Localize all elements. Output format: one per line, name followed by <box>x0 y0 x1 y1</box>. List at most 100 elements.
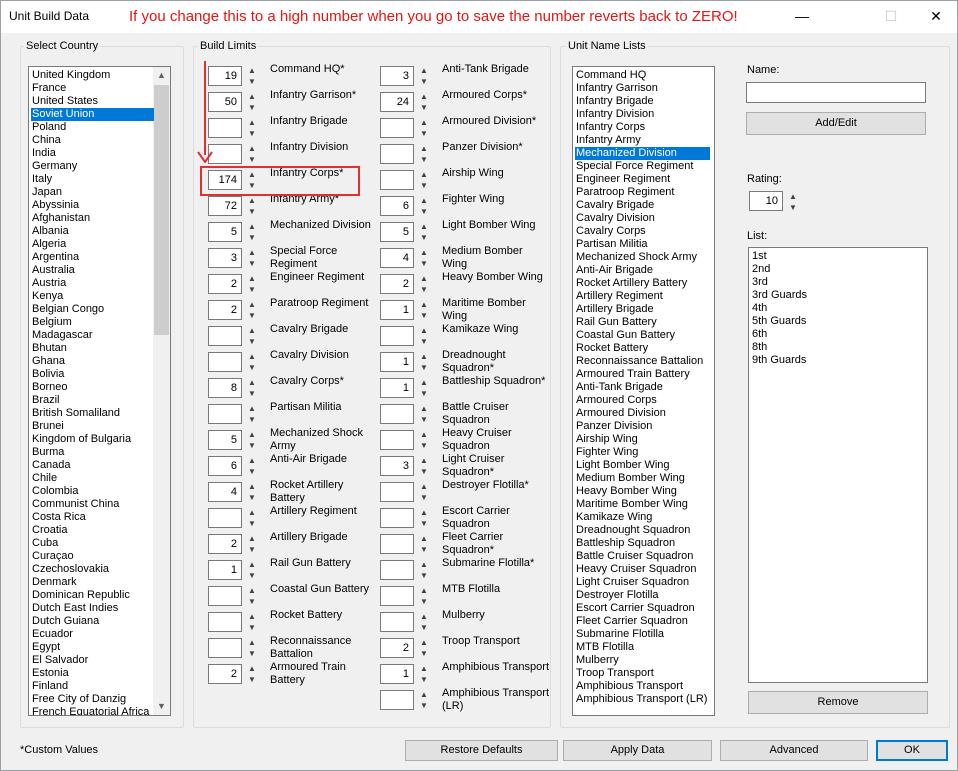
build-limit-input[interactable] <box>380 482 414 502</box>
spin-up-icon[interactable]: ▲ <box>247 91 257 102</box>
unit-type-list-item[interactable]: Medium Bomber Wing <box>575 472 710 485</box>
build-limit-input[interactable] <box>208 118 242 138</box>
build-limit-input[interactable] <box>208 144 242 164</box>
build-limit-spinner[interactable]: ▲ ▼ <box>247 585 257 607</box>
unit-type-list-item[interactable]: Light Bomber Wing <box>575 459 710 472</box>
build-limit-spinner[interactable]: ▲ ▼ <box>247 403 257 425</box>
spin-up-icon[interactable]: ▲ <box>247 325 257 336</box>
spin-down-icon[interactable]: ▼ <box>419 258 429 269</box>
spin-up-icon[interactable]: ▲ <box>247 65 257 76</box>
build-limit-spinner[interactable]: ▲ ▼ <box>419 91 429 113</box>
spin-up-icon[interactable]: ▲ <box>419 195 429 206</box>
spin-up-icon[interactable]: ▲ <box>419 481 429 492</box>
build-limit-input[interactable]: 1 <box>380 378 414 398</box>
country-list-item[interactable]: Curaçao <box>31 550 154 563</box>
spin-down-icon[interactable]: ▼ <box>247 284 257 295</box>
spin-down-icon[interactable]: ▼ <box>419 388 429 399</box>
unit-type-list-item[interactable]: Coastal Gun Battery <box>575 329 710 342</box>
name-list-item[interactable]: 1st <box>751 250 923 263</box>
country-list-item[interactable]: French Equatorial Africa <box>31 706 154 715</box>
unit-type-list-item[interactable]: Armoured Corps <box>575 394 710 407</box>
unit-type-list-item[interactable]: Panzer Division <box>575 420 710 433</box>
spin-down-icon[interactable]: ▼ <box>419 232 429 243</box>
names-listbox[interactable]: 1st 2nd 3rd 3rd Guards 4th 5th Guards 6th 8th 9t… <box>748 247 928 683</box>
unit-type-list-item[interactable]: Airship Wing <box>575 433 710 446</box>
build-limit-spinner[interactable]: ▲ ▼ <box>247 143 257 165</box>
spin-down-icon[interactable]: ▼ <box>419 336 429 347</box>
build-limit-input[interactable]: 24 <box>380 92 414 112</box>
spin-up-icon[interactable]: ▲ <box>419 403 429 414</box>
spin-down-icon[interactable]: ▼ <box>247 336 257 347</box>
spin-up-icon[interactable]: ▲ <box>419 455 429 466</box>
unit-type-list-item[interactable]: Partisan Militia <box>575 238 710 251</box>
name-list-item[interactable]: 2nd <box>751 263 923 276</box>
spin-up-icon[interactable]: ▲ <box>419 637 429 648</box>
spin-down-icon[interactable]: ▼ <box>419 596 429 607</box>
build-limit-input[interactable] <box>380 690 414 710</box>
build-limit-input[interactable]: 2 <box>208 300 242 320</box>
spin-down-icon[interactable]: ▼ <box>247 310 257 321</box>
build-limit-spinner[interactable]: ▲ ▼ <box>247 351 257 373</box>
spin-down-icon[interactable]: ▼ <box>419 492 429 503</box>
build-limit-input[interactable] <box>208 326 242 346</box>
build-limit-spinner[interactable]: ▲ ▼ <box>419 637 429 659</box>
build-limit-input[interactable] <box>380 144 414 164</box>
country-list-item[interactable]: Algeria <box>31 238 154 251</box>
unit-type-list-item[interactable]: Maritime Bomber Wing <box>575 498 710 511</box>
spin-down-icon[interactable]: ▼ <box>419 466 429 477</box>
country-list-item[interactable]: Albania <box>31 225 154 238</box>
country-list-item[interactable]: Ghana <box>31 355 154 368</box>
unit-type-list-item[interactable]: Engineer Regiment <box>575 173 710 186</box>
unit-type-list-item[interactable]: Mulberry <box>575 654 710 667</box>
country-list-item[interactable]: Communist China <box>31 498 154 511</box>
build-limit-input[interactable]: 1 <box>380 664 414 684</box>
unit-type-list-item[interactable]: Amphibious Transport (LR) <box>575 693 710 706</box>
spin-down-icon[interactable]: ▼ <box>788 202 798 213</box>
spin-up-icon[interactable]: ▲ <box>788 191 798 202</box>
build-limit-spinner[interactable]: ▲ ▼ <box>247 533 257 555</box>
spin-down-icon[interactable]: ▼ <box>247 622 257 633</box>
country-list-item[interactable]: Chile <box>31 472 154 485</box>
country-list-item[interactable]: Kenya <box>31 290 154 303</box>
unit-type-list-item[interactable]: Battleship Squadron <box>575 537 710 550</box>
spin-up-icon[interactable]: ▲ <box>247 559 257 570</box>
spin-up-icon[interactable]: ▲ <box>419 169 429 180</box>
unit-type-list-item[interactable]: Kamikaze Wing <box>575 511 710 524</box>
name-list-item[interactable]: 3rd Guards <box>751 289 923 302</box>
name-input[interactable] <box>746 82 926 103</box>
build-limit-spinner[interactable]: ▲ ▼ <box>419 169 429 191</box>
spin-down-icon[interactable]: ▼ <box>247 128 257 139</box>
spin-up-icon[interactable]: ▲ <box>419 689 429 700</box>
build-limit-input[interactable] <box>380 612 414 632</box>
spin-up-icon[interactable]: ▲ <box>419 117 429 128</box>
spin-up-icon[interactable]: ▲ <box>419 91 429 102</box>
country-list-item[interactable]: United Kingdom <box>31 69 154 82</box>
spin-down-icon[interactable]: ▼ <box>247 466 257 477</box>
country-list-item[interactable]: Finland <box>31 680 154 693</box>
spin-up-icon[interactable]: ▲ <box>247 403 257 414</box>
country-list-item[interactable]: Estonia <box>31 667 154 680</box>
spin-down-icon[interactable]: ▼ <box>247 648 257 659</box>
build-limit-input[interactable]: 2 <box>380 274 414 294</box>
unit-type-list-item[interactable]: Submarine Flotilla <box>575 628 710 641</box>
spin-down-icon[interactable]: ▼ <box>419 206 429 217</box>
build-limit-input[interactable]: 2 <box>208 664 242 684</box>
build-limit-spinner[interactable]: ▲ ▼ <box>419 65 429 87</box>
spin-up-icon[interactable]: ▲ <box>419 299 429 310</box>
unit-type-list-item[interactable]: Rocket Artillery Battery <box>575 277 710 290</box>
unit-type-list-item[interactable]: Light Cruiser Squadron <box>575 576 710 589</box>
build-limit-input[interactable] <box>208 508 242 528</box>
country-list-item[interactable]: Czechoslovakia <box>31 563 154 576</box>
build-limit-spinner[interactable]: ▲ ▼ <box>419 117 429 139</box>
build-limit-spinner[interactable]: ▲ ▼ <box>419 585 429 607</box>
spin-up-icon[interactable]: ▲ <box>247 663 257 674</box>
unit-type-list-item[interactable]: Infantry Garrison <box>575 82 710 95</box>
build-limit-input[interactable] <box>380 508 414 528</box>
unit-type-list-item[interactable]: Heavy Cruiser Squadron <box>575 563 710 576</box>
build-limit-spinner[interactable]: ▲ ▼ <box>419 325 429 347</box>
build-limit-input[interactable] <box>380 118 414 138</box>
country-list-item[interactable]: Ecuador <box>31 628 154 641</box>
spin-down-icon[interactable]: ▼ <box>419 414 429 425</box>
build-limit-input[interactable]: 50 <box>208 92 242 112</box>
build-limit-input[interactable] <box>380 586 414 606</box>
